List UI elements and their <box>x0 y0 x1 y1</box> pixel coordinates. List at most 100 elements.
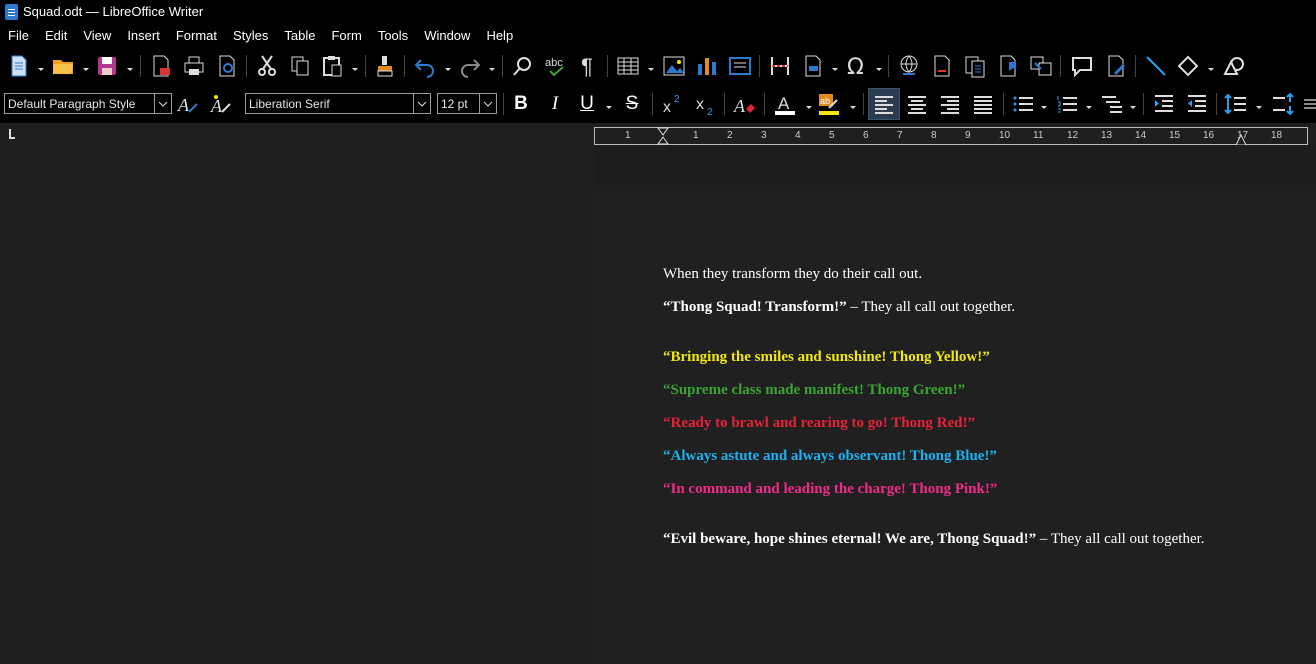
toolbar-separator <box>607 55 608 77</box>
menu-form[interactable]: Form <box>323 28 369 43</box>
font-size-combo[interactable]: 12 pt <box>437 93 497 114</box>
align-left-icon[interactable] <box>868 88 900 120</box>
page-break-icon[interactable] <box>766 52 794 80</box>
document-paragraph[interactable]: “Bringing the smiles and sunshine! Thong… <box>663 349 990 366</box>
bold-icon[interactable]: B <box>507 90 535 118</box>
clear-formatting-icon[interactable]: A <box>731 90 759 118</box>
more-options-icon[interactable] <box>1300 90 1316 118</box>
chevron-down-icon[interactable] <box>1129 99 1137 109</box>
document-paragraph[interactable]: “Ready to brawl and rearing to go! Thong… <box>663 415 975 432</box>
chevron-down-icon[interactable] <box>82 61 90 71</box>
menu-insert[interactable]: Insert <box>119 28 168 43</box>
chevron-down-icon[interactable] <box>1207 61 1215 71</box>
chevron-down-icon[interactable] <box>831 61 839 71</box>
cut-icon[interactable] <box>253 52 281 80</box>
increase-indent-icon[interactable] <box>1150 90 1178 118</box>
comment-icon[interactable] <box>1068 52 1096 80</box>
italic-icon[interactable]: I <box>541 90 569 118</box>
save-icon[interactable] <box>93 52 121 80</box>
bookmark-icon[interactable] <box>994 52 1022 80</box>
insert-chart-icon[interactable] <box>693 52 721 80</box>
chevron-down-icon[interactable] <box>479 94 496 113</box>
menu-view[interactable]: View <box>75 28 119 43</box>
special-character-icon[interactable]: Ω <box>843 52 871 80</box>
chevron-down-icon[interactable] <box>805 99 813 109</box>
insert-table-icon[interactable] <box>614 52 642 80</box>
strikethrough-icon[interactable]: S <box>618 90 646 118</box>
redo-icon[interactable] <box>456 52 484 80</box>
new-document-icon[interactable] <box>5 52 33 80</box>
print-icon[interactable] <box>180 52 208 80</box>
font-color-icon[interactable]: A <box>771 90 799 118</box>
align-right-icon[interactable] <box>936 90 964 118</box>
insert-image-icon[interactable] <box>660 52 688 80</box>
document-paragraph[interactable]: “Thong Squad! Transform!” – They all cal… <box>663 299 1015 316</box>
highlight-color-icon[interactable]: ab <box>815 90 843 118</box>
print-preview-icon[interactable] <box>213 52 241 80</box>
menu-format[interactable]: Format <box>168 28 225 43</box>
chevron-down-icon[interactable] <box>37 61 45 71</box>
document-paragraph[interactable]: When they transform they do their call o… <box>663 266 922 283</box>
document-paragraph[interactable]: “Always astute and always observant! Tho… <box>663 448 997 465</box>
chevron-down-icon[interactable] <box>1255 99 1263 109</box>
line-spacing-icon[interactable] <box>1222 90 1250 118</box>
hyperlink-icon[interactable] <box>895 52 923 80</box>
spelling-icon[interactable]: abc <box>542 52 570 80</box>
chevron-down-icon[interactable] <box>875 61 883 71</box>
chevron-down-icon[interactable] <box>413 94 430 113</box>
paste-icon[interactable] <box>319 52 347 80</box>
chevron-down-icon[interactable] <box>488 61 496 71</box>
superscript-icon[interactable]: x2 <box>659 90 687 118</box>
update-style-icon[interactable]: A <box>174 90 202 118</box>
chevron-down-icon[interactable] <box>605 99 613 109</box>
find-replace-icon[interactable] <box>509 52 537 80</box>
menu-tools[interactable]: Tools <box>370 28 416 43</box>
basic-shapes-icon[interactable] <box>1174 52 1202 80</box>
new-style-icon[interactable]: A <box>207 90 235 118</box>
copy-icon[interactable] <box>286 52 314 80</box>
chevron-down-icon[interactable] <box>351 61 359 71</box>
track-changes-icon[interactable] <box>1102 52 1130 80</box>
chevron-down-icon[interactable] <box>444 61 452 71</box>
chevron-down-icon[interactable] <box>647 61 655 71</box>
menu-help[interactable]: Help <box>478 28 521 43</box>
outline-list-icon[interactable] <box>1098 90 1126 118</box>
export-pdf-icon[interactable] <box>147 52 175 80</box>
chevron-down-icon[interactable] <box>126 61 134 71</box>
draw-functions-icon[interactable] <box>1220 52 1248 80</box>
decrease-indent-icon[interactable] <box>1183 90 1211 118</box>
paragraph-style-combo[interactable]: Default Paragraph Style <box>4 93 172 114</box>
chevron-down-icon[interactable] <box>849 99 857 109</box>
menu-edit[interactable]: Edit <box>37 28 75 43</box>
document-paragraph[interactable]: “Evil beware, hope shines eternal! We ar… <box>663 531 1205 548</box>
undo-icon[interactable] <box>411 52 439 80</box>
insert-textbox-icon[interactable] <box>726 52 754 80</box>
formatting-marks-icon[interactable]: ¶ <box>575 52 603 80</box>
menu-table[interactable]: Table <box>276 28 323 43</box>
justify-icon[interactable] <box>969 90 997 118</box>
horizontal-ruler[interactable]: 1 1 2 3 4 5 6 7 8 9 10 11 12 13 14 15 16… <box>594 127 1308 146</box>
open-folder-icon[interactable] <box>49 52 77 80</box>
chevron-down-icon[interactable] <box>1040 99 1048 109</box>
align-center-icon[interactable] <box>903 90 931 118</box>
ordered-list-icon[interactable] <box>1053 90 1081 118</box>
clone-formatting-icon[interactable] <box>371 52 399 80</box>
menu-file[interactable]: File <box>0 28 37 43</box>
paragraph-spacing-icon[interactable] <box>1269 90 1297 118</box>
page-corner-marker <box>9 129 15 139</box>
chevron-down-icon[interactable] <box>1085 99 1093 109</box>
underline-icon[interactable]: U <box>573 90 601 118</box>
menu-window[interactable]: Window <box>416 28 478 43</box>
footnote-icon[interactable] <box>928 52 956 80</box>
subscript-icon[interactable]: x2 <box>692 90 720 118</box>
insert-line-icon[interactable] <box>1142 52 1170 80</box>
document-paragraph[interactable]: “Supreme class made manifest! Thong Gree… <box>663 382 965 399</box>
menu-styles[interactable]: Styles <box>225 28 276 43</box>
font-name-combo[interactable]: Liberation Serif <box>245 93 431 114</box>
cross-reference-icon[interactable] <box>1027 52 1055 80</box>
insert-field-icon[interactable] <box>799 52 827 80</box>
unordered-list-icon[interactable] <box>1009 90 1037 118</box>
table-of-contents-icon[interactable] <box>961 52 989 80</box>
chevron-down-icon[interactable] <box>154 94 171 113</box>
document-paragraph[interactable]: “In command and leading the charge! Thon… <box>663 481 997 498</box>
